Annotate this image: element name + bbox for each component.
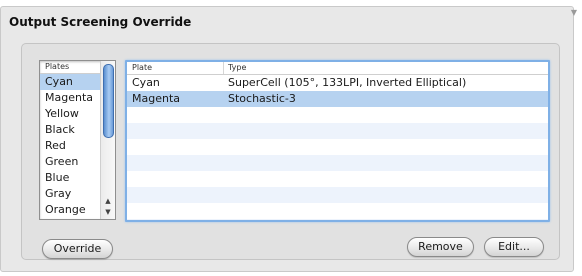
plate-item-gray[interactable]: Gray xyxy=(40,186,103,202)
plate-item-magenta[interactable]: Magenta xyxy=(40,90,103,106)
output-screening-override-panel: Output Screening Override ▼ Plates Cyan … xyxy=(0,6,577,272)
plate-item-green[interactable]: Green xyxy=(40,154,103,170)
row-plate-cell: Magenta xyxy=(132,92,181,105)
plate-item-black[interactable]: Black xyxy=(40,122,103,138)
empty-row xyxy=(127,155,548,171)
empty-row xyxy=(127,187,548,203)
panel-title: Output Screening Override xyxy=(9,15,192,29)
collapse-triangle-icon[interactable]: ▼ xyxy=(571,9,577,17)
remove-button[interactable]: Remove xyxy=(407,237,474,257)
table-row[interactable]: Magenta Stochastic-3 xyxy=(127,91,548,107)
plate-item-s1[interactable]: S1 xyxy=(40,218,103,219)
empty-row xyxy=(127,107,548,123)
plate-item-yellow[interactable]: Yellow xyxy=(40,106,103,122)
plates-scrollbar-thumb[interactable] xyxy=(103,64,114,138)
plates-column-header[interactable]: Plates xyxy=(40,61,105,74)
empty-row xyxy=(127,139,548,155)
row-type-cell: Stochastic-3 xyxy=(228,92,296,105)
plate-item-orange[interactable]: Orange xyxy=(40,202,103,218)
empty-row xyxy=(127,171,548,187)
row-plate-cell: Cyan xyxy=(132,76,160,89)
plate-item-red[interactable]: Red xyxy=(40,138,103,154)
type-column-header[interactable]: Type xyxy=(223,62,548,74)
override-table[interactable]: Plate Type Cyan SuperCell (105°, 133LPI,… xyxy=(125,60,550,222)
override-button[interactable]: Override xyxy=(42,239,113,259)
empty-row xyxy=(127,123,548,139)
edit-button[interactable]: Edit... xyxy=(484,237,544,257)
screening-group-box: Plates Cyan Magenta Yellow Black Red Gre… xyxy=(21,43,560,260)
table-header: Plate Type xyxy=(127,62,548,75)
plate-item-cyan[interactable]: Cyan xyxy=(40,74,103,90)
table-row[interactable]: Cyan SuperCell (105°, 133LPI, Inverted E… xyxy=(127,75,548,91)
plate-column-header[interactable]: Plate xyxy=(127,62,223,74)
plates-scrollbar[interactable]: ▲ ▼ xyxy=(100,61,115,219)
scroll-down-arrow-icon[interactable]: ▼ xyxy=(103,207,113,218)
empty-row xyxy=(127,219,548,220)
plate-item-blue[interactable]: Blue xyxy=(40,170,103,186)
empty-row xyxy=(127,203,548,219)
scroll-up-arrow-icon[interactable]: ▲ xyxy=(103,196,113,207)
plates-list[interactable]: Plates Cyan Magenta Yellow Black Red Gre… xyxy=(39,60,116,220)
row-type-cell: SuperCell (105°, 133LPI, Inverted Ellipt… xyxy=(228,76,467,89)
